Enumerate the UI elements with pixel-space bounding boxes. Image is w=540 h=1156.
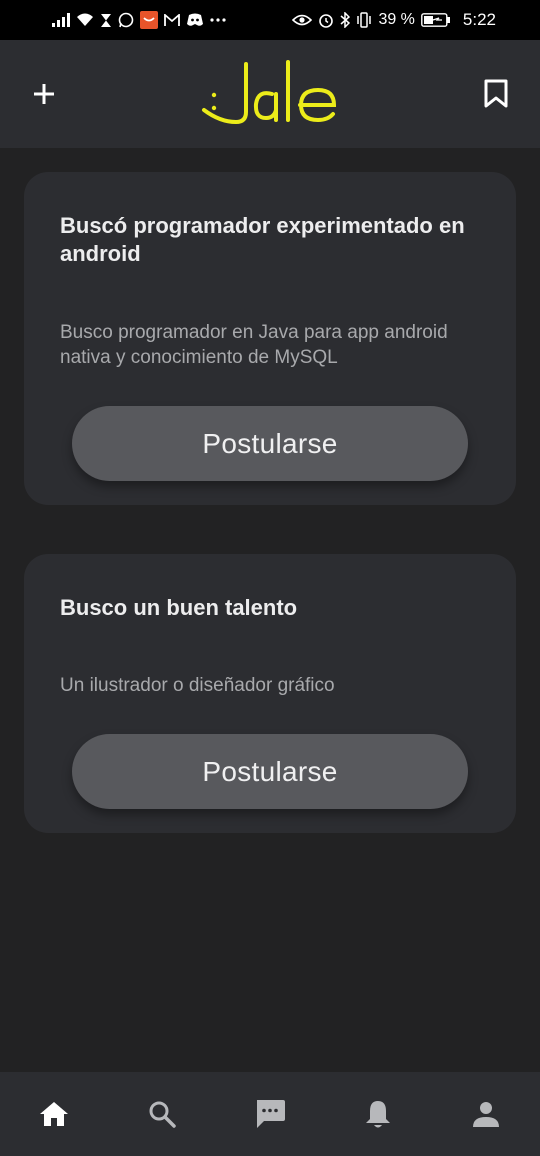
apply-button[interactable]: Postularse — [72, 406, 468, 481]
discord-icon — [186, 13, 204, 27]
apply-button[interactable]: Postularse — [72, 734, 468, 809]
post-card: Buscó programador experimentado en andro… — [24, 172, 516, 505]
post-description: Un ilustrador o diseñador gráfico — [60, 675, 335, 696]
nav-home[interactable] — [24, 1084, 84, 1144]
nav-chat[interactable] — [240, 1084, 300, 1144]
search-icon — [149, 1101, 176, 1128]
bluetooth-icon — [340, 12, 351, 28]
nav-notifications[interactable] — [348, 1084, 408, 1144]
whatsapp-icon — [118, 12, 134, 28]
wifi-icon — [76, 13, 94, 27]
bottom-nav — [0, 1072, 540, 1156]
nav-profile[interactable] — [456, 1084, 516, 1144]
home-icon — [40, 1102, 68, 1126]
status-bar-left — [52, 11, 226, 29]
nav-search[interactable] — [132, 1084, 192, 1144]
post-card: Busco un buen talento Un ilustrador o di… — [24, 554, 516, 833]
status-bar: 39 % 5:22 — [0, 0, 540, 40]
profile-icon — [473, 1102, 499, 1127]
hourglass-icon — [100, 13, 112, 28]
status-bar-right: 39 % 5:22 — [292, 10, 496, 30]
gmail-icon — [164, 13, 180, 27]
alarm-icon — [318, 12, 334, 28]
plus-icon — [34, 84, 54, 104]
add-post-button[interactable] — [24, 74, 64, 114]
notifications-icon — [366, 1101, 390, 1128]
post-description: Busco programador en Java para app andro… — [60, 322, 448, 368]
battery-percent: 39 % — [378, 11, 415, 28]
more-icon — [210, 18, 226, 22]
bookmark-icon — [484, 79, 508, 108]
chat-icon — [257, 1100, 285, 1128]
post-title: Buscó programador experimentado en andro… — [60, 213, 465, 266]
vibrate-icon — [356, 12, 372, 28]
app-icon — [140, 11, 158, 29]
eye-icon — [292, 14, 313, 26]
app-header — [0, 40, 540, 148]
bookmarks-button[interactable] — [476, 74, 516, 114]
post-title: Busco un buen talento — [60, 595, 298, 620]
battery-icon — [421, 13, 451, 27]
clock: 5:22 — [462, 10, 496, 29]
app-logo — [202, 60, 337, 125]
signal-icon — [52, 13, 70, 27]
